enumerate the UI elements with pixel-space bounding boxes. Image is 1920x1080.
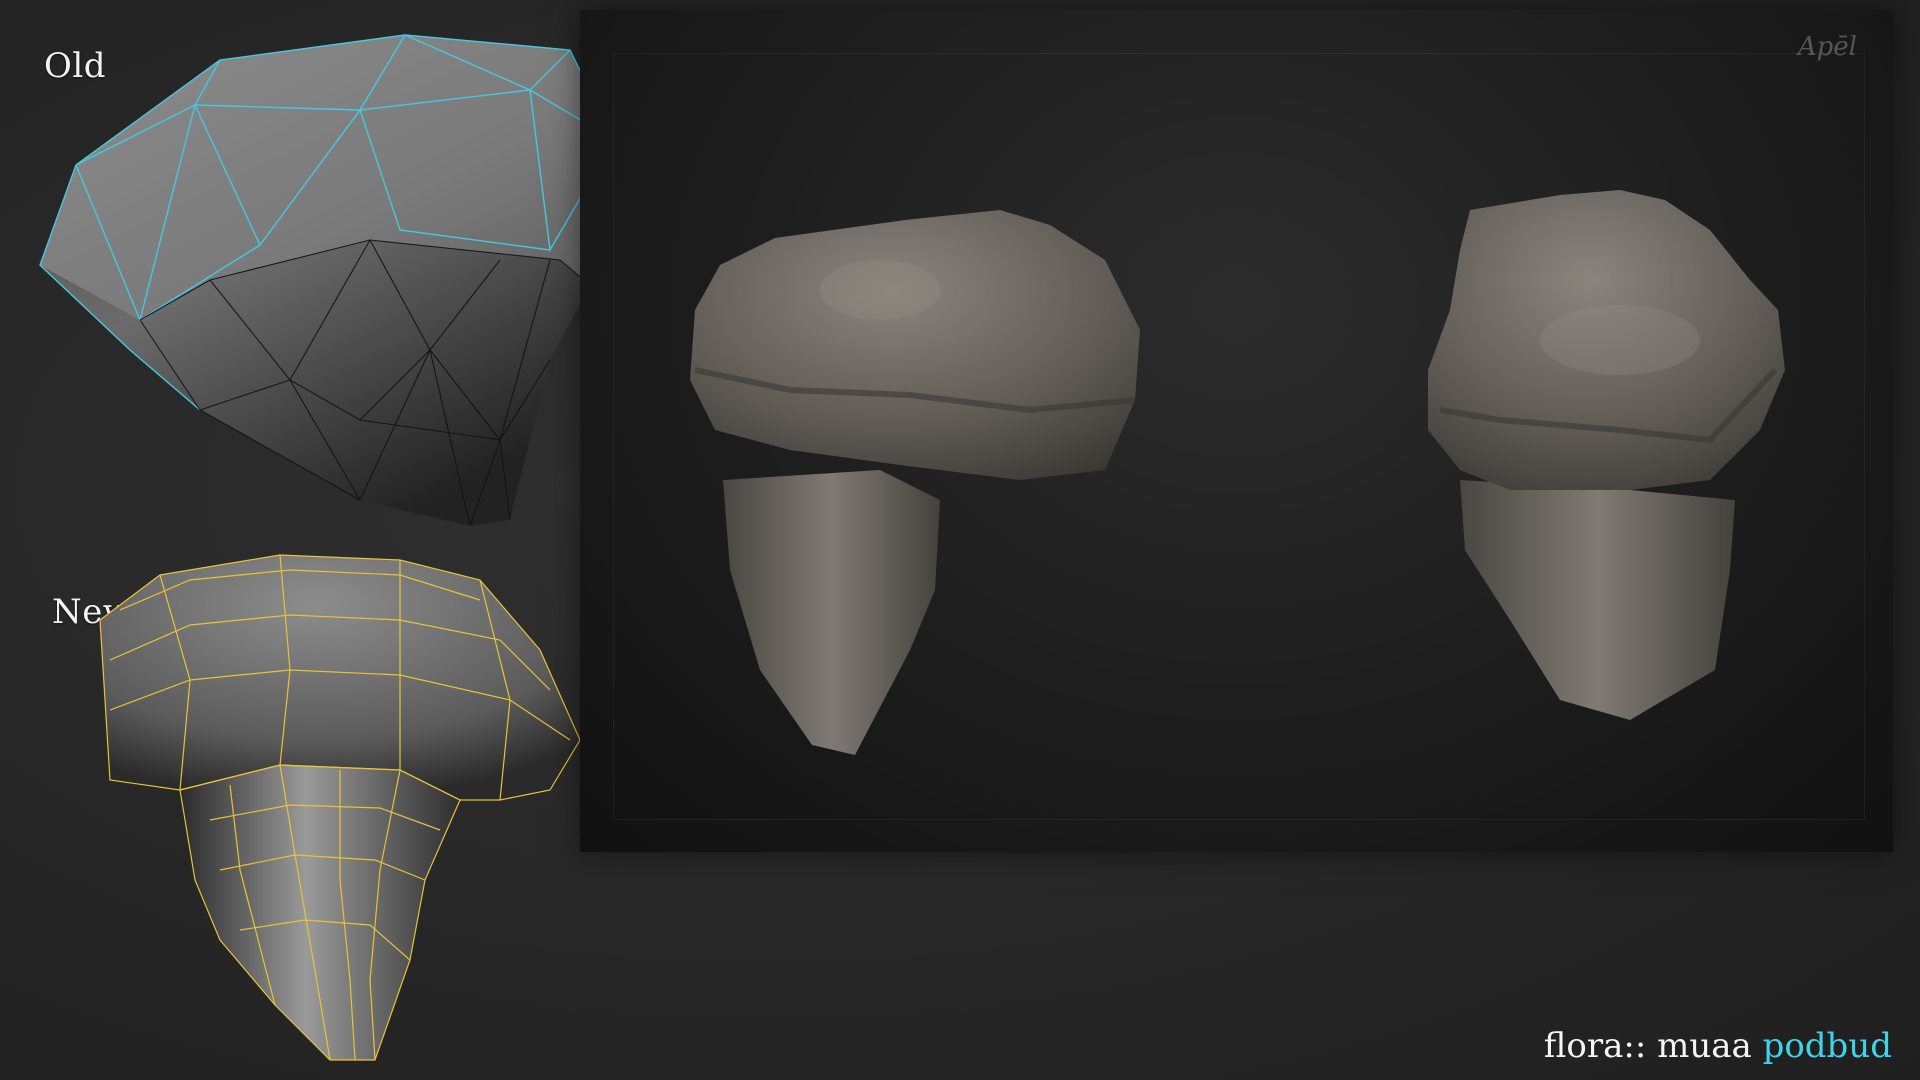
caption-accent: podbud (1762, 1026, 1892, 1066)
sculpt-left (690, 210, 1140, 755)
old-wireframe-model (39, 34, 615, 527)
caption-prefix: flora:: muaa (1543, 1026, 1763, 1066)
new-wireframe-model (99, 554, 581, 1061)
render-panel: Apēl (580, 10, 1893, 852)
sculpt-renders (690, 190, 1785, 755)
artist-signature: Apēl (1797, 32, 1857, 62)
caption: flora:: muaa podbud (1544, 1026, 1892, 1066)
sculpt-right (1428, 190, 1785, 720)
